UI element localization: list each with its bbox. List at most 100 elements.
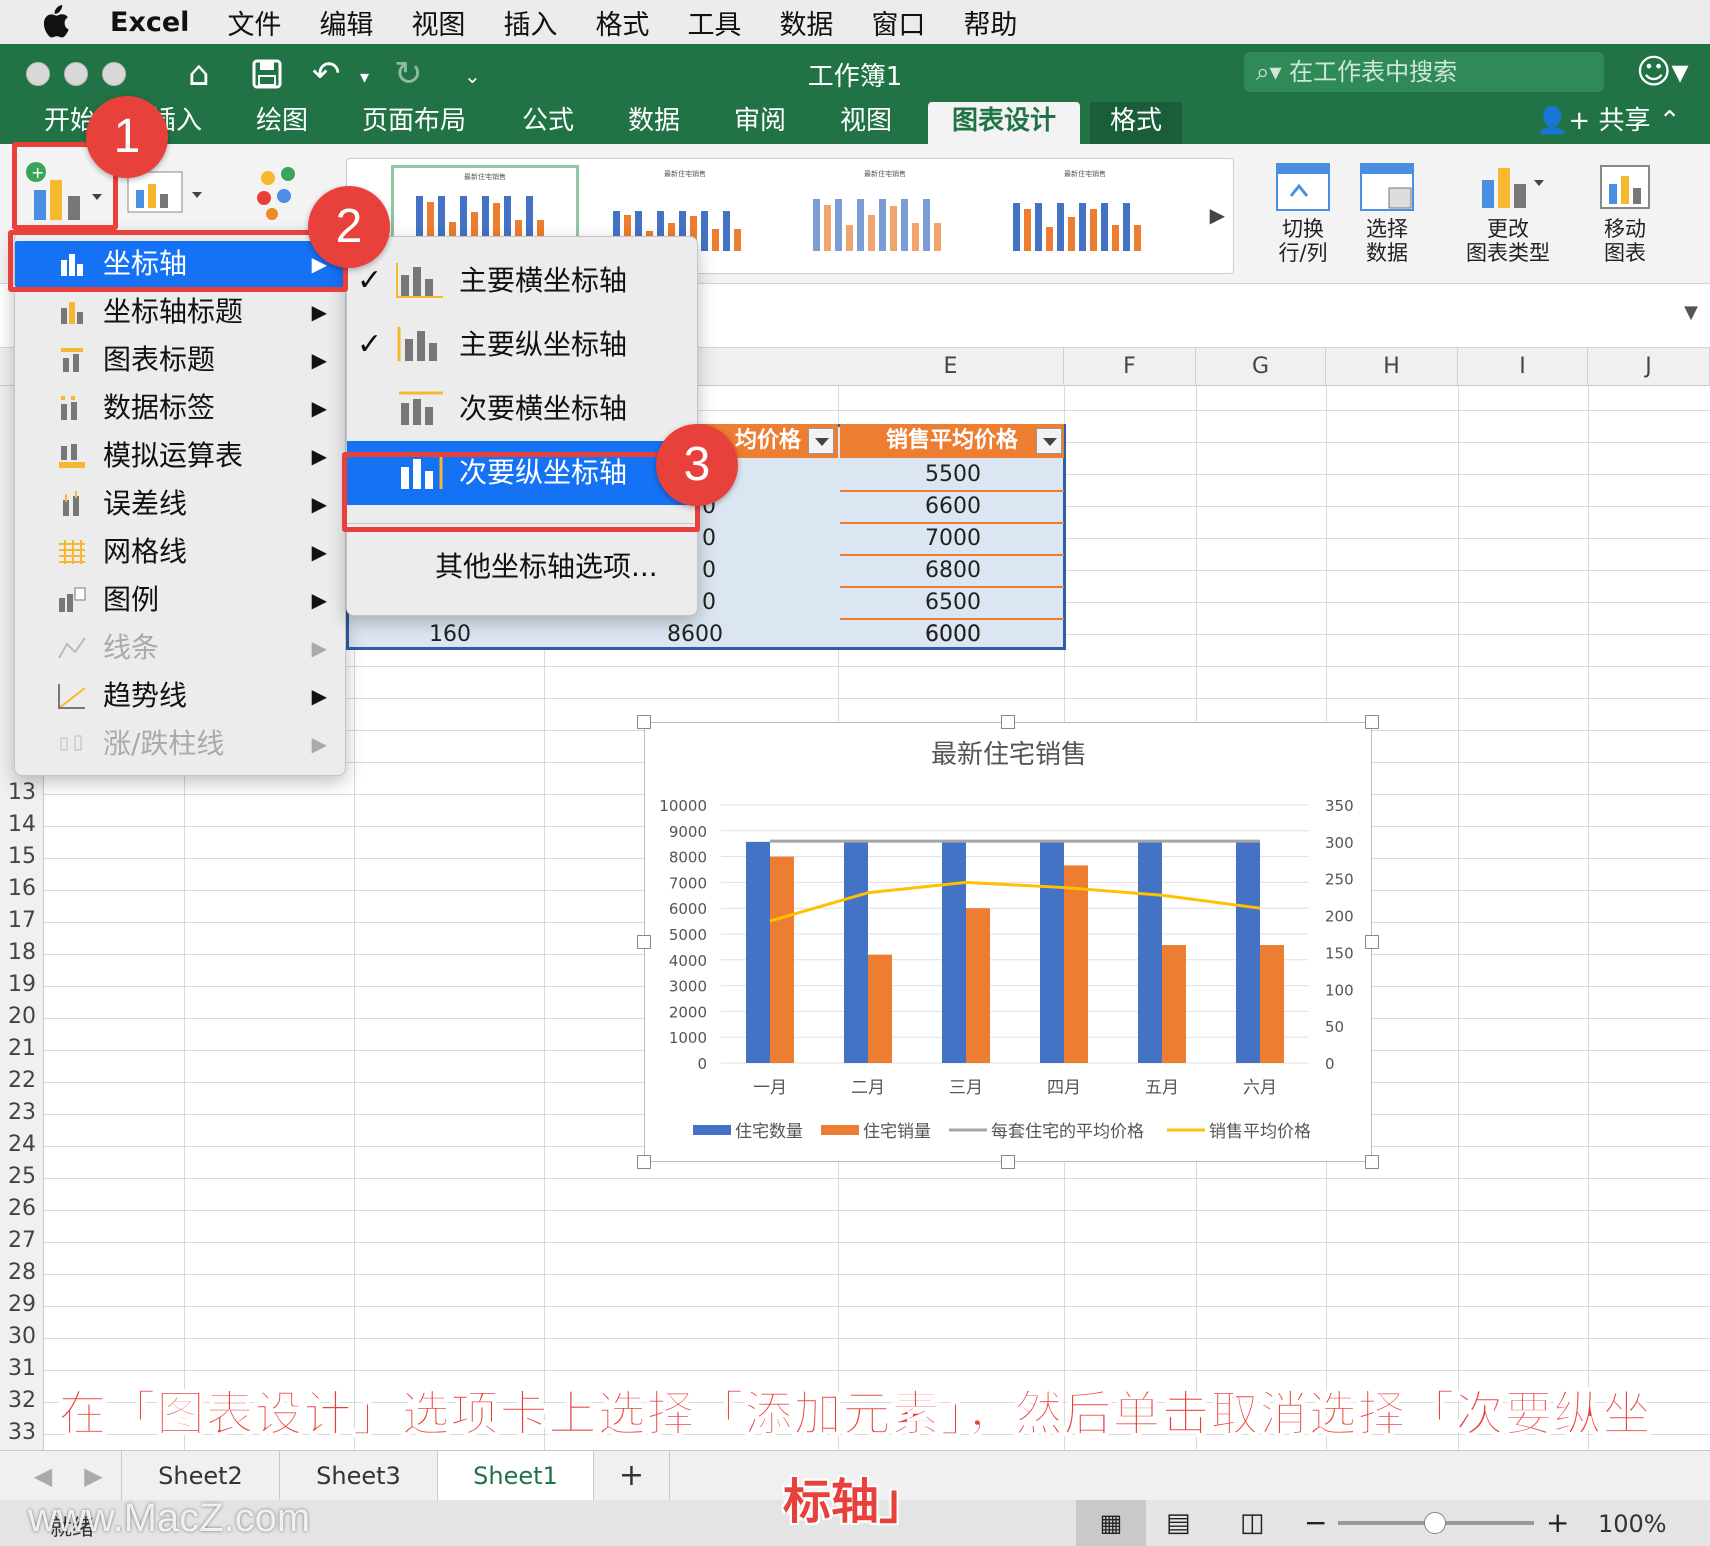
chart-style-thumb[interactable]: 最新住宅销售: [991, 165, 1179, 267]
menu-item-legend[interactable]: 图例 ▶: [15, 577, 347, 623]
table-cell[interactable]: 8600: [620, 622, 770, 647]
row-header[interactable]: 25: [0, 1164, 44, 1189]
tab-view[interactable]: 视图: [840, 102, 892, 144]
chart-style-thumb[interactable]: 最新住宅销售: [791, 165, 979, 267]
row-header[interactable]: 21: [0, 1036, 44, 1061]
app-name[interactable]: Excel: [110, 7, 189, 38]
tab-data[interactable]: 数据: [628, 102, 680, 144]
bar-housing-sales: [1260, 945, 1284, 1063]
table-cell[interactable]: 0: [700, 558, 718, 583]
menu-item-error-bars[interactable]: 误差线 ▶: [15, 481, 347, 527]
change-type-label-2: 图表类型: [1466, 241, 1550, 265]
filter-dropdown-icon[interactable]: [1036, 428, 1062, 454]
resize-handle[interactable]: [637, 1155, 651, 1169]
gallery-next-icon[interactable]: ▶: [1210, 203, 1225, 227]
expand-formula-bar-icon[interactable]: ▼: [1684, 302, 1698, 323]
menu-item-axis-titles[interactable]: 坐标轴标题 ▶: [15, 289, 347, 335]
row-header[interactable]: 23: [0, 1100, 44, 1125]
change-chart-type-button[interactable]: 更改 图表类型: [1460, 162, 1556, 265]
menu-file[interactable]: 文件: [227, 3, 281, 42]
row-header[interactable]: 30: [0, 1324, 44, 1349]
column-header[interactable]: H: [1326, 348, 1458, 386]
row-header[interactable]: 27: [0, 1228, 44, 1253]
tab-formulas[interactable]: 公式: [522, 102, 574, 144]
y-right-tick-label: 150: [1325, 944, 1354, 962]
menu-window[interactable]: 窗口: [871, 3, 925, 42]
switch-row-column-button[interactable]: 切换 行/列: [1270, 162, 1336, 265]
submenu-arrow-icon: ▶: [311, 444, 327, 468]
feedback-smiley-icon[interactable]: ☺▾: [1636, 52, 1689, 92]
menu-insert[interactable]: 插入: [503, 3, 557, 42]
table-cell[interactable]: 160: [400, 622, 500, 647]
move-chart-button[interactable]: 移动 图表: [1592, 162, 1658, 265]
row-header[interactable]: 19: [0, 972, 44, 997]
select-data-button[interactable]: 选择 数据: [1354, 162, 1420, 265]
menu-item-label: 误差线: [103, 487, 188, 520]
table-cell[interactable]: 6500: [840, 590, 1066, 615]
x-tick-label: 四月: [1047, 1078, 1081, 1098]
resize-handle[interactable]: [1365, 1155, 1379, 1169]
row-header[interactable]: 26: [0, 1196, 44, 1221]
table-cell[interactable]: 0: [700, 526, 718, 551]
tab-page-layout[interactable]: 页面布局: [362, 102, 466, 144]
table-cell[interactable]: 6800: [840, 558, 1066, 583]
column-header[interactable]: J: [1588, 348, 1710, 386]
row-header[interactable]: 14: [0, 812, 44, 837]
menu-view[interactable]: 视图: [411, 3, 465, 42]
chart-svg: 最新住宅销售 010002000300040005000600070008000…: [659, 740, 1354, 1142]
resize-handle[interactable]: [637, 935, 651, 949]
table-cell[interactable]: 0: [700, 590, 718, 615]
row-header[interactable]: 24: [0, 1132, 44, 1157]
resize-handle[interactable]: [1365, 935, 1379, 949]
table-header-sale-avg-price[interactable]: 销售平均价格: [840, 424, 1064, 458]
menu-item-primary-horizontal-axis[interactable]: ✓ 主要横坐标轴: [347, 249, 699, 313]
tab-draw[interactable]: 绘图: [256, 102, 308, 144]
resize-handle[interactable]: [1365, 715, 1379, 729]
row-header[interactable]: 18: [0, 940, 44, 965]
menu-item-primary-vertical-axis[interactable]: ✓ 主要纵坐标轴: [347, 313, 699, 377]
row-header[interactable]: 13: [0, 780, 44, 805]
tab-review[interactable]: 审阅: [734, 102, 786, 144]
menu-item-more-axis-options[interactable]: 其他坐标轴选项...: [347, 535, 699, 599]
table-cell[interactable]: 6000: [840, 622, 1066, 647]
search-input[interactable]: ⌕▾ 在工作表中搜索: [1244, 52, 1604, 92]
column-header[interactable]: F: [1064, 348, 1196, 386]
menu-item-secondary-horizontal-axis[interactable]: 次要横坐标轴: [347, 377, 699, 441]
menu-item-chart-title[interactable]: 图表标题 ▶: [15, 337, 347, 383]
menu-format[interactable]: 格式: [595, 3, 649, 42]
row-header[interactable]: 22: [0, 1068, 44, 1093]
table-cell[interactable]: 6600: [840, 494, 1066, 519]
resize-handle[interactable]: [1001, 1155, 1015, 1169]
bar-housing-sales: [1162, 945, 1186, 1063]
menu-data[interactable]: 数据: [779, 3, 833, 42]
tab-format[interactable]: 格式: [1090, 102, 1183, 144]
menu-help[interactable]: 帮助: [963, 3, 1017, 42]
menu-edit[interactable]: 编辑: [319, 3, 373, 42]
tab-chart-design[interactable]: 图表设计: [928, 102, 1081, 144]
row-header[interactable]: 20: [0, 1004, 44, 1029]
apple-icon[interactable]: [0, 5, 110, 39]
menu-item-data-labels[interactable]: 数据标签 ▶: [15, 385, 347, 431]
row-header[interactable]: 28: [0, 1260, 44, 1285]
row-header[interactable]: 16: [0, 876, 44, 901]
row-header[interactable]: 17: [0, 908, 44, 933]
resize-handle[interactable]: [637, 715, 651, 729]
row-header[interactable]: 29: [0, 1292, 44, 1317]
row-header[interactable]: 15: [0, 844, 44, 869]
menu-item-trendline[interactable]: 趋势线 ▶: [15, 673, 347, 719]
menu-item-gridlines[interactable]: 网格线 ▶: [15, 529, 347, 575]
column-header[interactable]: I: [1458, 348, 1588, 386]
resize-handle[interactable]: [1001, 715, 1015, 729]
chart-object[interactable]: 最新住宅销售 0 1000 2000 3000 4000 5000 6000 7000 8000…: [644, 722, 1372, 1162]
column-header[interactable]: G: [1196, 348, 1326, 386]
title-bar: ⌂ ↶ ▾ ↻ ⌄ 工作簿1 ⌕▾ 在工作表中搜索 ☺▾ 开始 插入 绘图 页面…: [0, 44, 1710, 144]
table-cell[interactable]: 5500: [840, 462, 1066, 487]
menu-tools[interactable]: 工具: [687, 3, 741, 42]
chart-title[interactable]: 最新住宅销售: [931, 740, 1087, 770]
share-button[interactable]: 👤+ 共享 ⌃: [1536, 100, 1681, 137]
y-left-tick-label: 6000: [669, 900, 707, 918]
filter-dropdown-icon[interactable]: [808, 428, 834, 454]
column-header[interactable]: E: [838, 348, 1064, 386]
menu-item-data-table[interactable]: 模拟运算表 ▶: [15, 433, 347, 479]
table-cell[interactable]: 7000: [840, 526, 1066, 551]
